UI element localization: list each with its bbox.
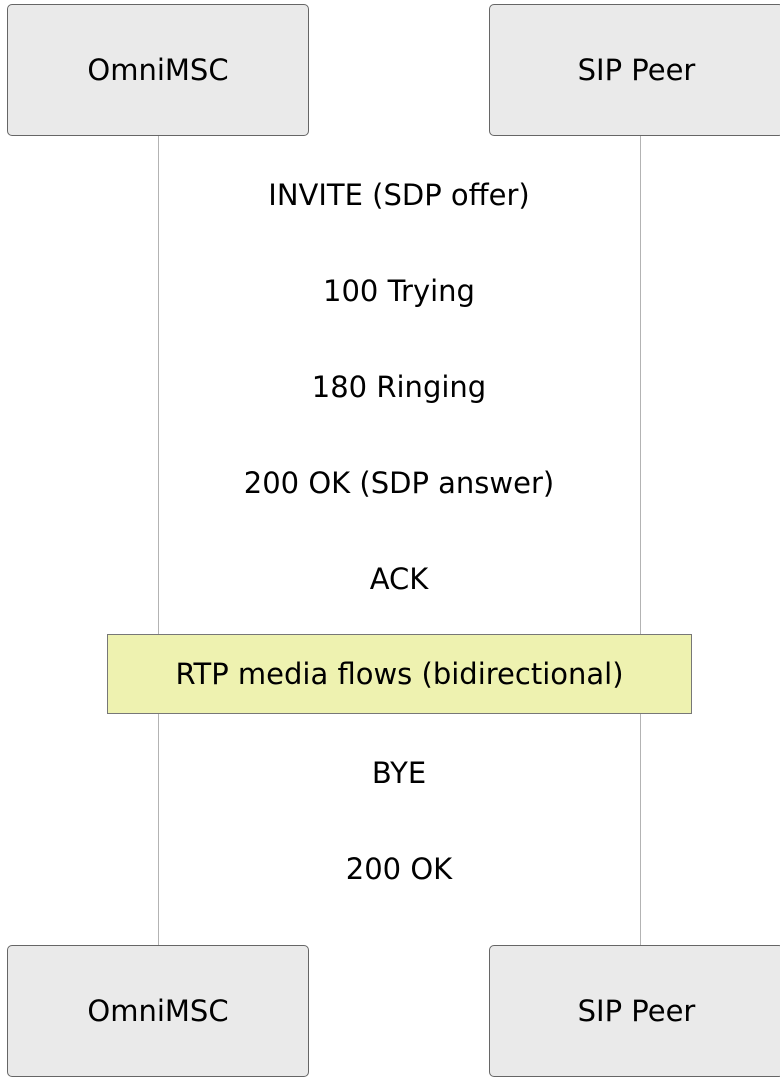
actor-label: OmniMSC <box>87 53 229 87</box>
message-200-ok: 200 OK <box>345 852 453 886</box>
actor-omnimsc-bottom: OmniMSC <box>7 945 309 1077</box>
actor-label: OmniMSC <box>87 994 229 1028</box>
actor-sip-peer-top: SIP Peer <box>489 4 780 136</box>
actor-omnimsc-top: OmniMSC <box>7 4 309 136</box>
actor-label: SIP Peer <box>577 53 696 87</box>
message-bye: BYE <box>371 756 427 790</box>
message-ack: ACK <box>369 562 429 596</box>
lifeline-sip-peer <box>640 134 641 946</box>
lifeline-omnimsc <box>158 134 159 946</box>
note-label: RTP media flows (bidirectional) <box>175 657 624 691</box>
actor-label: SIP Peer <box>577 994 696 1028</box>
note-rtp-media: RTP media flows (bidirectional) <box>107 634 692 714</box>
message-100-trying: 100 Trying <box>323 274 475 308</box>
actor-sip-peer-bottom: SIP Peer <box>489 945 780 1077</box>
message-200-ok-sdp: 200 OK (SDP answer) <box>243 466 555 500</box>
message-invite: INVITE (SDP offer) <box>268 178 530 212</box>
message-180-ringing: 180 Ringing <box>311 370 487 404</box>
